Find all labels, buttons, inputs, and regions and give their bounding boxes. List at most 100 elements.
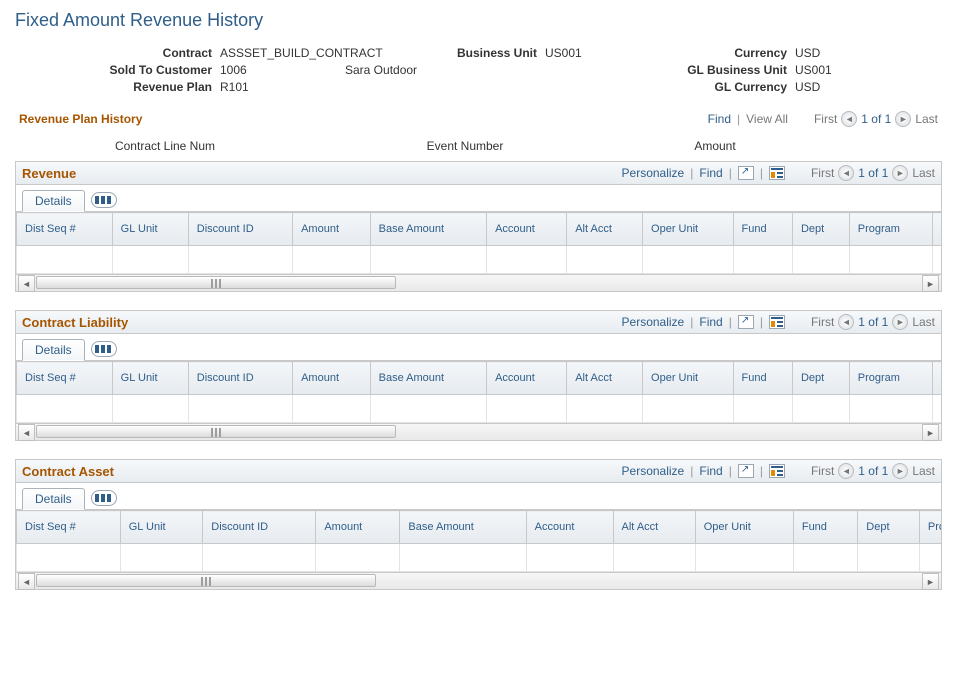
revenue-scrollbar[interactable]	[16, 274, 941, 291]
col-header[interactable]: Dept	[792, 362, 849, 395]
asset-position: 1 of 1	[858, 464, 888, 478]
revenue-position: 1 of 1	[858, 166, 888, 180]
col-header[interactable]: GL Unit	[112, 362, 188, 395]
col-header[interactable]: Class	[933, 213, 941, 246]
revenue-show-all-icon[interactable]	[91, 192, 117, 208]
subheader-amount: Amount	[615, 139, 815, 153]
asset-zoom-icon[interactable]	[738, 464, 754, 478]
revenue-personalize-link[interactable]: Personalize	[622, 166, 685, 180]
col-header[interactable]: GL Unit	[120, 511, 203, 544]
asset-last[interactable]: Last	[912, 464, 935, 478]
asset-find-link[interactable]: Find	[699, 464, 722, 478]
separator: |	[735, 112, 742, 126]
col-header[interactable]: Dept	[792, 213, 849, 246]
col-header[interactable]: Dist Seq #	[17, 213, 113, 246]
col-header[interactable]: Class	[933, 362, 941, 395]
liability-table: Dist Seq # GL Unit Discount ID Amount Ba…	[16, 361, 941, 423]
revenue-plan-history-title: Revenue Plan History	[19, 112, 142, 126]
liability-zoom-icon[interactable]	[738, 315, 754, 329]
liability-show-all-icon[interactable]	[91, 341, 117, 357]
revenue-find-link[interactable]: Find	[699, 166, 722, 180]
asset-details-tab[interactable]: Details	[22, 488, 85, 510]
revenue-table: Dist Seq # GL Unit Discount ID Amount Ba…	[16, 212, 941, 274]
col-header[interactable]: Dept	[858, 511, 920, 544]
liability-download-icon[interactable]	[769, 315, 785, 329]
revenue-details-tab[interactable]: Details	[22, 190, 85, 212]
col-header[interactable]: Oper Unit	[643, 362, 733, 395]
col-header[interactable]: Dist Seq #	[17, 362, 113, 395]
revenue-prev-icon[interactable]: ◄	[838, 165, 854, 181]
revenue-last[interactable]: Last	[912, 166, 935, 180]
history-view-all[interactable]: View All	[746, 112, 788, 126]
col-header[interactable]: Base Amount	[400, 511, 526, 544]
history-prev-icon[interactable]: ◄	[841, 111, 857, 127]
revenue-plan-history-bar: Revenue Plan History Find | View All Fir…	[15, 109, 942, 129]
liability-last[interactable]: Last	[912, 315, 935, 329]
col-header[interactable]: Dist Seq #	[17, 511, 121, 544]
history-next-icon[interactable]: ►	[895, 111, 911, 127]
history-position: 1 of 1	[861, 112, 891, 126]
col-header[interactable]: Program	[919, 511, 941, 544]
col-header[interactable]: Amount	[293, 213, 371, 246]
page-title: Fixed Amount Revenue History	[15, 10, 942, 31]
liability-find-link[interactable]: Find	[699, 315, 722, 329]
liability-personalize-link[interactable]: Personalize	[622, 315, 685, 329]
col-header[interactable]: Base Amount	[370, 362, 486, 395]
header-info: Contract ASSSET_BUILD_CONTRACT Business …	[15, 46, 942, 94]
col-header[interactable]: Alt Acct	[567, 213, 643, 246]
asset-personalize-link[interactable]: Personalize	[622, 464, 685, 478]
contract-asset-title: Contract Asset	[22, 464, 114, 479]
asset-next-icon[interactable]: ►	[892, 463, 908, 479]
col-header[interactable]: Discount ID	[188, 213, 292, 246]
col-header[interactable]: Oper Unit	[695, 511, 793, 544]
revenue-zoom-icon[interactable]	[738, 166, 754, 180]
col-header[interactable]: Program	[849, 213, 933, 246]
subheader-contract-line-num: Contract Line Num	[15, 139, 315, 153]
col-header[interactable]: Account	[526, 511, 613, 544]
label-gl-business-unit: GL Business Unit	[665, 63, 795, 77]
history-find-link[interactable]: Find	[708, 112, 731, 126]
asset-first[interactable]: First	[811, 464, 834, 478]
col-header[interactable]: Fund	[733, 213, 792, 246]
history-first[interactable]: First	[814, 112, 837, 126]
table-row	[17, 246, 942, 274]
subheader-event-number: Event Number	[315, 139, 615, 153]
label-gl-currency: GL Currency	[665, 80, 795, 94]
table-row	[17, 544, 942, 572]
col-header[interactable]: Amount	[316, 511, 400, 544]
value-revenue-plan: R101	[220, 80, 249, 94]
col-header[interactable]: Program	[849, 362, 933, 395]
col-header[interactable]: Discount ID	[188, 362, 292, 395]
liability-position: 1 of 1	[858, 315, 888, 329]
liability-details-tab[interactable]: Details	[22, 339, 85, 361]
asset-show-all-icon[interactable]	[91, 490, 117, 506]
liability-next-icon[interactable]: ►	[892, 314, 908, 330]
contract-liability-grid: Contract Liability Personalize | Find | …	[15, 310, 942, 441]
col-header[interactable]: Discount ID	[203, 511, 316, 544]
col-header[interactable]: Alt Acct	[567, 362, 643, 395]
liability-prev-icon[interactable]: ◄	[838, 314, 854, 330]
revenue-next-icon[interactable]: ►	[892, 165, 908, 181]
liability-scrollbar[interactable]	[16, 423, 941, 440]
col-header[interactable]: Amount	[293, 362, 371, 395]
revenue-download-icon[interactable]	[769, 166, 785, 180]
asset-download-icon[interactable]	[769, 464, 785, 478]
table-row	[17, 395, 942, 423]
revenue-first[interactable]: First	[811, 166, 834, 180]
label-business-unit: Business Unit	[435, 46, 545, 60]
col-header[interactable]: Account	[487, 213, 567, 246]
col-header[interactable]: Fund	[733, 362, 792, 395]
col-header[interactable]: Alt Acct	[613, 511, 695, 544]
label-sold-to-customer: Sold To Customer	[15, 63, 220, 77]
col-header[interactable]: GL Unit	[112, 213, 188, 246]
col-header[interactable]: Oper Unit	[643, 213, 733, 246]
value-contract: ASSSET_BUILD_CONTRACT	[220, 46, 383, 60]
revenue-grid: Revenue Personalize | Find | | First ◄ 1…	[15, 161, 942, 292]
history-last[interactable]: Last	[915, 112, 938, 126]
col-header[interactable]: Base Amount	[370, 213, 486, 246]
liability-first[interactable]: First	[811, 315, 834, 329]
asset-scrollbar[interactable]	[16, 572, 941, 589]
col-header[interactable]: Fund	[793, 511, 857, 544]
col-header[interactable]: Account	[487, 362, 567, 395]
asset-prev-icon[interactable]: ◄	[838, 463, 854, 479]
